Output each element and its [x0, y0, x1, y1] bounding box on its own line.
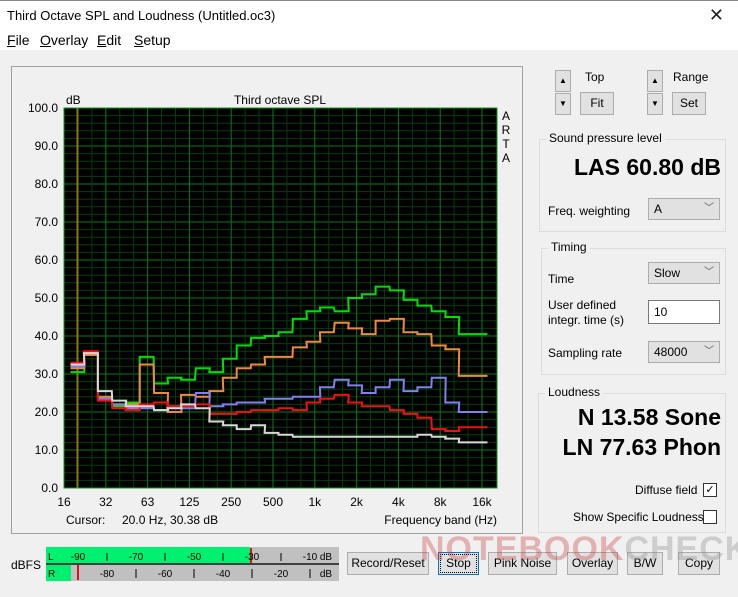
fit-button[interactable]: Fit	[580, 92, 614, 115]
left-channel-label: L	[48, 552, 54, 563]
loudness-group-label: Loudness	[545, 385, 604, 399]
meter-tick-label: -20	[274, 569, 289, 580]
y-tick-label: 70.0	[35, 215, 59, 229]
y-tick-label: 40.0	[35, 329, 59, 343]
x-tick-labels: 16 32 63 125 250 500 1k 2k 4k 8k 16k	[57, 495, 492, 509]
integr-time-input[interactable]: 10	[648, 300, 720, 324]
x-tick-label: 500	[263, 495, 283, 509]
copy-button[interactable]: Copy	[678, 552, 720, 575]
x-tick-label: 125	[179, 495, 199, 509]
pink-noise-button[interactable]: Pink Noise	[488, 552, 557, 575]
loudness-phon-value: LN 77.63 Phon	[562, 434, 721, 460]
meter-unit: dB	[320, 569, 333, 580]
y-tick-labels: 0.0 10.0 20.0 30.0 40.0 50.0 60.0 70.0 80.0 90.0 1…	[28, 101, 58, 495]
y-tick-label: 20.0	[35, 405, 59, 419]
right-peak-marker	[77, 565, 79, 580]
range-down-button[interactable]: ▼	[647, 93, 663, 115]
record-reset-button[interactable]: Record/Reset	[347, 552, 429, 575]
spl-value: LAS 60.80 dB	[574, 154, 721, 180]
x-tick-label: 2k	[350, 495, 364, 509]
x-tick-label: 1k	[308, 495, 322, 509]
specific-loudness-checkbox[interactable]	[703, 510, 717, 524]
x-tick-label: 32	[99, 495, 113, 509]
x-tick-label: 8k	[434, 495, 448, 509]
bw-button[interactable]: B/W	[627, 552, 663, 575]
timing-group-label: Timing	[548, 240, 590, 254]
top-label: Top	[585, 70, 605, 84]
y-tick-label: 60.0	[35, 253, 59, 267]
meter-tick-label: -90	[71, 552, 86, 563]
level-meter: L R -90 -70 -50 -30 -10 -80 -60 -40 -20 dB dB	[46, 547, 339, 581]
meter-tick-label: -80	[100, 569, 115, 580]
level-meter-graphic: LR -90 -70 -50 -30 -10 -80 -60 -40 -20 dB dB	[46, 547, 339, 581]
dbfs-label: dBFS	[11, 558, 42, 572]
chevron-down-icon: ﹀	[704, 267, 714, 278]
meter-tick-label: -30	[245, 552, 260, 563]
freq-weighting-select[interactable]: A ﹀	[648, 198, 720, 220]
y-tick-label: 100.0	[28, 101, 58, 115]
spl-group-label: Sound pressure level	[546, 131, 665, 145]
range-up-button[interactable]: ▲	[647, 70, 663, 92]
meter-tick-label: -50	[187, 552, 202, 563]
time-select[interactable]: Slow ﹀	[648, 262, 720, 284]
meter-unit: dB	[320, 552, 333, 563]
y-tick-label: 50.0	[35, 291, 59, 305]
integr-time-label-2: integr. time (s)	[548, 313, 625, 327]
sampling-rate-label: Sampling rate	[548, 346, 623, 360]
chevron-down-icon: ﹀	[704, 346, 714, 357]
chart-side-label: ARTA	[502, 109, 511, 165]
y-tick-label: 30.0	[35, 367, 59, 381]
y-tick-label: 80.0	[35, 177, 59, 191]
x-tick-label: 250	[221, 495, 241, 509]
set-button[interactable]: Set	[672, 92, 706, 115]
range-label: Range	[673, 70, 709, 84]
specific-loudness-label: Show Specific Loudness	[573, 510, 704, 524]
meter-tick-label: -40	[216, 569, 231, 580]
chart-title: Third octave SPL	[234, 93, 326, 107]
time-label: Time	[548, 272, 575, 286]
meter-tick-label: -70	[129, 552, 144, 563]
cursor-readout: Cursor: 20.0 Hz, 30.38 dB	[66, 513, 218, 527]
loudness-sone-value: N 13.58 Sone	[577, 404, 721, 430]
chart-ylabel: dB	[66, 93, 81, 107]
diffuse-field-label: Diffuse field	[635, 483, 698, 497]
stop-button[interactable]: Stop	[438, 552, 479, 575]
right-channel-label: R	[48, 569, 55, 580]
meter-tick-label: -10	[303, 552, 318, 563]
x-tick-label: 16k	[472, 495, 492, 509]
x-tick-label: 16	[57, 495, 71, 509]
y-tick-label: 90.0	[35, 139, 59, 153]
integr-time-label-1: User defined	[548, 298, 617, 312]
y-tick-label: 10.0	[35, 443, 59, 457]
chevron-down-icon: ﹀	[704, 203, 714, 214]
diffuse-field-checkbox[interactable]: ✓	[703, 483, 717, 497]
side-label-char: A	[502, 151, 510, 165]
top-down-button[interactable]: ▼	[555, 93, 571, 115]
chart-xlabel: Frequency band (Hz)	[384, 513, 497, 527]
overlay-button[interactable]: Overlay	[567, 552, 618, 575]
y-tick-label: 0.0	[41, 481, 58, 495]
sampling-rate-select[interactable]: 48000 ﹀	[648, 341, 720, 363]
side-label-char: T	[502, 137, 510, 151]
top-up-button[interactable]: ▲	[555, 70, 571, 92]
meter-tick-label: -60	[158, 569, 173, 580]
x-tick-label: 4k	[392, 495, 406, 509]
side-label-char: R	[502, 123, 511, 137]
x-tick-label: 63	[141, 495, 155, 509]
freq-weighting-label: Freq. weighting	[548, 204, 631, 218]
side-label-char: A	[502, 109, 510, 123]
